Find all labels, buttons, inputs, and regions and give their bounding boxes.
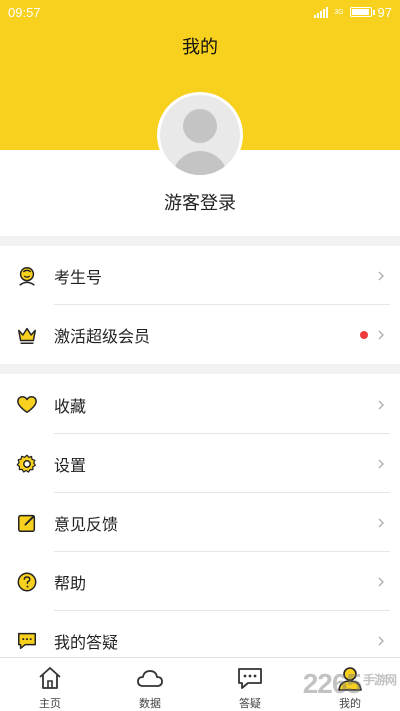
avatar[interactable] — [157, 92, 243, 178]
guest-login-link[interactable]: 游客登录 — [0, 189, 400, 215]
battery-percent: 97 — [377, 4, 392, 20]
menu-group-2: 收藏 设置 意见反馈 帮助 我的答疑 — [0, 375, 400, 670]
menu-group-1: 考生号 激活超级会员 — [0, 246, 400, 364]
menu-label: 我的答疑 — [54, 634, 119, 652]
chevron-right-icon — [378, 271, 384, 280]
home-icon — [39, 667, 61, 689]
heart-icon — [16, 394, 38, 416]
menu-item-feedback[interactable]: 意见反馈 — [0, 493, 400, 552]
signal-icon — [314, 6, 329, 18]
default-avatar-icon — [160, 95, 240, 175]
page-title: 我的 — [182, 37, 218, 57]
chevron-right-icon — [378, 577, 384, 586]
chat-icon — [16, 630, 38, 652]
menu-label: 激活超级会员 — [54, 328, 151, 346]
chevron-right-icon — [378, 400, 384, 409]
chevron-right-icon — [378, 518, 384, 527]
tab-label: 主页 — [39, 698, 61, 710]
menu-label: 设置 — [54, 457, 87, 475]
cloud-icon — [137, 670, 163, 687]
notification-dot — [360, 330, 368, 339]
chat-bubble-icon — [238, 668, 262, 689]
menu-item-activate-vip[interactable]: 激活超级会员 — [0, 305, 400, 364]
chevron-right-icon — [378, 330, 384, 339]
menu-item-settings[interactable]: 设置 — [0, 434, 400, 493]
menu-label: 考生号 — [54, 269, 103, 287]
chevron-right-icon — [378, 636, 384, 645]
tab-label: 答疑 — [239, 698, 261, 710]
status-time: 09:57 — [8, 4, 41, 20]
tab-data[interactable]: 数据 — [100, 658, 200, 711]
watermark-site: 手游网 — [362, 673, 397, 687]
tab-home[interactable]: 主页 — [0, 658, 100, 711]
section-divider — [0, 236, 400, 246]
menu-item-exam-id[interactable]: 考生号 — [0, 246, 400, 305]
crown-icon — [16, 324, 38, 346]
gear-icon — [16, 453, 38, 475]
battery-icon — [349, 7, 375, 17]
help-icon — [16, 571, 38, 593]
watermark-number: 2265 — [302, 668, 362, 699]
screen: 09:57 3G 97 我的 游客登录 考生号 激活超级会员 收藏 设置 意见反… — [0, 0, 400, 711]
watermark-logo: 2265 手游网 — [276, 668, 397, 699]
menu-label: 帮助 — [54, 575, 87, 593]
section-divider — [0, 364, 400, 374]
edit-icon — [16, 512, 38, 534]
tab-label: 数据 — [139, 698, 161, 710]
chevron-right-icon — [378, 459, 384, 468]
user-smile-icon — [16, 265, 38, 287]
menu-label: 意见反馈 — [54, 516, 119, 534]
network-label: 3G — [334, 8, 344, 16]
battery-level — [351, 9, 369, 15]
status-bar: 09:57 3G 97 — [0, 0, 400, 24]
menu-item-help[interactable]: 帮助 — [0, 552, 400, 611]
menu-label: 收藏 — [54, 398, 87, 416]
menu-item-favorites[interactable]: 收藏 — [0, 375, 400, 434]
